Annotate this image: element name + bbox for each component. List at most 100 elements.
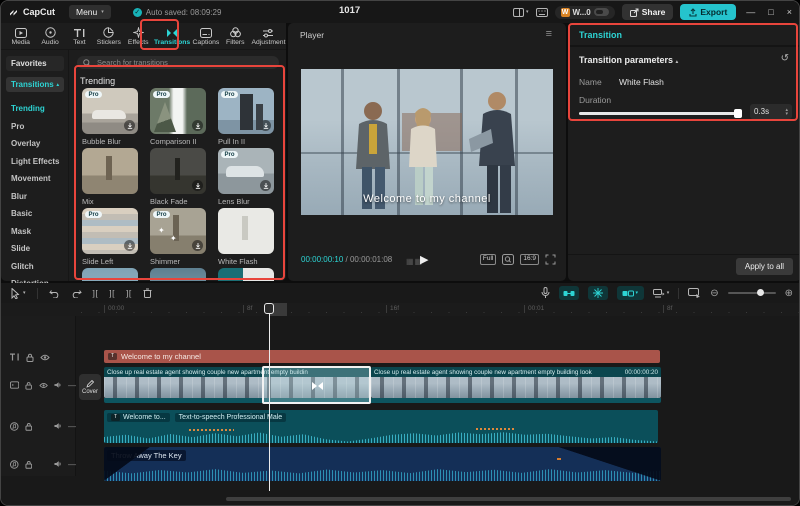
params-section-title[interactable]: Transition parameters ▴	[579, 55, 678, 65]
transition-card-pull-in-ii[interactable]: Pro Pull In II	[218, 88, 274, 146]
transition-card-bubble-blur[interactable]: Pro Bubble Blur	[82, 88, 138, 146]
text-clip[interactable]: T Welcome to my channel	[104, 350, 660, 363]
sidebar-item-blur[interactable]: Blur	[1, 188, 69, 206]
sidebar-item-light-effects[interactable]: Light Effects	[1, 153, 69, 171]
transition-card-partial[interactable]	[82, 268, 138, 281]
sidebar-item-trending[interactable]: Trending	[1, 100, 69, 118]
search-input[interactable]	[95, 57, 265, 68]
full-preview-button[interactable]: Full	[480, 254, 496, 265]
lock-icon[interactable]	[25, 381, 32, 390]
sidebar-item-overlay[interactable]: Overlay	[1, 135, 69, 153]
timeline-zoom-slider[interactable]	[728, 292, 776, 294]
tab-captions[interactable]: Captions	[192, 27, 219, 46]
lock-icon[interactable]	[26, 353, 34, 362]
playhead-handle[interactable]	[264, 303, 274, 314]
tab-adjustment[interactable]: Adjustment	[251, 27, 286, 46]
horizontal-scrollbar[interactable]	[226, 497, 791, 501]
play-button[interactable]: ▶	[420, 253, 428, 266]
transition-card-partial[interactable]	[218, 268, 274, 281]
speaker-icon[interactable]	[54, 381, 62, 389]
tab-transitions[interactable]: Transitions	[154, 27, 190, 46]
close-button[interactable]: ×	[784, 7, 795, 17]
trim-right-icon[interactable]: ][	[126, 288, 132, 298]
layout-switch-button[interactable]: ▾	[513, 8, 529, 17]
tab-transition-inspector[interactable]: Transition	[579, 30, 622, 40]
download-icon[interactable]	[124, 120, 135, 131]
export-button[interactable]: Export	[680, 4, 736, 20]
aspect-ratio-button[interactable]: 16:9	[520, 254, 539, 265]
sidebar-item-glitch[interactable]: Glitch	[1, 258, 69, 276]
sidebar-group-transitions[interactable]: Transitions ▴	[6, 77, 64, 92]
sidebar-item-movement[interactable]: Movement	[1, 170, 69, 188]
download-icon[interactable]	[192, 240, 203, 251]
undo-icon[interactable]	[49, 288, 60, 298]
zoom-slider-knob[interactable]	[757, 289, 764, 296]
auto-snap-toggle[interactable]	[588, 286, 608, 300]
track-options-button[interactable]: ▾	[653, 289, 670, 298]
download-icon[interactable]	[192, 180, 203, 191]
duration-value-box[interactable]: 0.3s ▴▾	[750, 104, 792, 119]
zoom-in-icon[interactable]: ⊕	[785, 288, 793, 299]
download-icon[interactable]	[260, 120, 271, 131]
search-bar[interactable]	[77, 56, 279, 69]
select-tool-button[interactable]: ▾	[11, 288, 26, 299]
tab-stickers[interactable]: Stickers	[95, 27, 122, 46]
tab-media[interactable]: Media	[7, 27, 34, 46]
tab-filters[interactable]: Filters	[222, 27, 249, 46]
hide-track-icon[interactable]: —	[68, 460, 76, 469]
eye-icon[interactable]	[40, 354, 50, 361]
magnetic-snap-toggle[interactable]	[559, 286, 579, 300]
redo-icon[interactable]	[71, 288, 82, 298]
download-icon[interactable]	[124, 240, 135, 251]
speaker-icon[interactable]	[54, 460, 63, 468]
duration-slider-knob[interactable]	[734, 109, 742, 118]
tts-audio-clip[interactable]: T Welcome to... Text-to-speech Professio…	[104, 410, 658, 443]
shortcut-panel-button[interactable]	[536, 8, 548, 17]
account-badge[interactable]: W W...0	[555, 6, 615, 19]
speaker-icon[interactable]	[54, 422, 63, 430]
preview-zoom-icon[interactable]	[502, 254, 514, 265]
transition-card-black-fade[interactable]: Black Fade	[150, 148, 206, 206]
video-clip-2[interactable]: Close up real estate agent showing coupl…	[371, 367, 661, 398]
download-icon[interactable]	[192, 120, 203, 131]
record-voiceover-icon[interactable]	[541, 287, 550, 299]
trim-left-icon[interactable]: ][	[109, 288, 115, 298]
sidebar-item-favorites[interactable]: Favorites	[6, 56, 64, 71]
transition-card-partial[interactable]	[150, 268, 206, 281]
transition-selection[interactable]	[262, 366, 371, 404]
linked-preview-toggle[interactable]: ▾	[617, 286, 644, 300]
transition-card-shimmer[interactable]: Pro Shimmer	[150, 208, 206, 266]
delete-icon[interactable]	[143, 288, 152, 298]
transition-card-comparison-ii[interactable]: Pro Comparison II	[150, 88, 206, 146]
video-preview[interactable]: Welcome to my channel	[301, 69, 553, 215]
sidebar-item-pro[interactable]: Pro	[1, 118, 69, 136]
music-clip[interactable]: Throw Away The Key	[104, 447, 661, 481]
hide-track-icon[interactable]: —	[68, 381, 76, 390]
eye-icon[interactable]	[39, 382, 48, 389]
transition-card-lens-blur[interactable]: Pro Lens Blur	[218, 148, 274, 206]
sidebar-item-basic[interactable]: Basic	[1, 205, 69, 223]
player-menu-icon[interactable]: ≡	[546, 28, 552, 40]
tab-audio[interactable]: Audio	[36, 27, 63, 46]
download-icon[interactable]	[260, 180, 271, 191]
hide-track-icon[interactable]: —	[68, 422, 76, 431]
maximize-button[interactable]: □	[765, 7, 776, 17]
zoom-out-icon[interactable]: ⊖	[710, 288, 718, 299]
lock-icon[interactable]	[25, 422, 33, 431]
fullscreen-icon[interactable]	[545, 254, 556, 265]
playhead[interactable]	[269, 303, 270, 491]
sidebar-item-mask[interactable]: Mask	[1, 223, 69, 241]
duration-slider[interactable]	[579, 112, 741, 115]
transition-card-white-flash[interactable]: White Flash	[218, 208, 274, 266]
share-button[interactable]: Share	[622, 4, 674, 20]
stepper-icons[interactable]: ▴▾	[785, 108, 788, 116]
minimize-button[interactable]: —	[743, 7, 758, 17]
tab-effects[interactable]: Effects	[125, 27, 152, 46]
sidebar-item-slide[interactable]: Slide	[1, 240, 69, 258]
transition-card-slide-left[interactable]: Pro Slide Left	[82, 208, 138, 266]
reset-icon[interactable]: ↺	[781, 53, 789, 64]
cover-button[interactable]: Cover	[79, 374, 101, 400]
menu-button[interactable]: Menu ▾	[69, 5, 111, 19]
transition-card-mix[interactable]: Mix	[82, 148, 138, 206]
tab-text[interactable]: Text	[66, 27, 93, 46]
